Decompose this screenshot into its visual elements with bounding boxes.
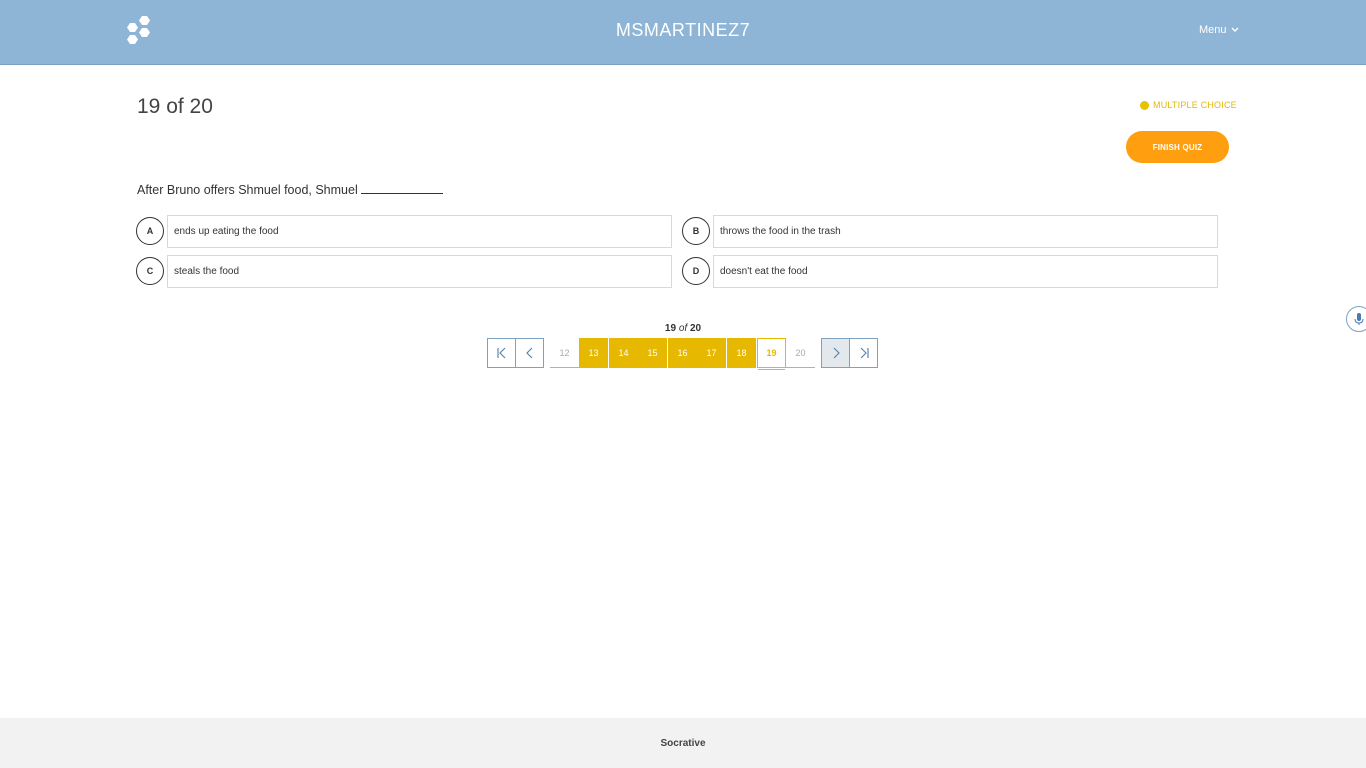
chevron-down-icon	[1231, 27, 1239, 32]
pager-of: of	[678, 323, 688, 334]
previous-page-button[interactable]	[515, 338, 544, 368]
page-20-button[interactable]: 20	[786, 338, 815, 368]
microphone-icon	[1354, 313, 1364, 325]
footer-brand: Socrative	[660, 737, 706, 749]
choice-letter[interactable]: C	[136, 257, 164, 285]
footer: Socrative	[0, 718, 1366, 768]
chevron-right-icon	[833, 347, 840, 359]
page-15-button[interactable]: 15	[638, 338, 667, 368]
question-text: After Bruno offers Shmuel food, Shmuel	[137, 183, 444, 197]
pager-position: 19 of 20	[0, 323, 1366, 334]
answer-blank	[361, 184, 444, 194]
question-prompt: After Bruno offers Shmuel food, Shmuel	[137, 183, 358, 197]
page-17-button[interactable]: 17	[697, 338, 726, 368]
pager-total: 20	[689, 323, 702, 334]
question-counter: 19 of 20	[137, 95, 213, 118]
choice-d[interactable]: D doesn't eat the food	[682, 254, 1218, 288]
choice-text[interactable]: throws the food in the trash	[713, 214, 1218, 248]
status-dot-icon	[1140, 100, 1149, 110]
page-19-button[interactable]: 19	[757, 338, 786, 370]
choice-b[interactable]: B throws the food in the trash	[682, 214, 1218, 248]
chevron-left-icon	[525, 347, 532, 359]
choice-a[interactable]: A ends up eating the food	[136, 214, 672, 248]
top-bar: MSMARTINEZ7 Menu	[0, 0, 1366, 65]
page-16-button[interactable]: 16	[668, 338, 697, 368]
next-page-button[interactable]	[821, 338, 850, 368]
room-name: MSMARTINEZ7	[615, 20, 751, 40]
choice-c[interactable]: C steals the food	[136, 254, 672, 288]
choice-text[interactable]: ends up eating the food	[167, 214, 672, 248]
microphone-button[interactable]	[1346, 306, 1366, 332]
menu-button[interactable]: Menu	[1199, 24, 1239, 36]
last-page-icon	[860, 347, 869, 359]
page-18-button[interactable]: 18	[727, 338, 756, 368]
choice-text[interactable]: steals the food	[167, 254, 672, 288]
first-page-icon	[496, 347, 505, 359]
last-page-button[interactable]	[849, 338, 878, 368]
question-type-label: MULTIPLE CHOICE	[1153, 100, 1237, 110]
page-13-button[interactable]: 13	[579, 338, 608, 368]
choice-text[interactable]: doesn't eat the food	[713, 254, 1218, 288]
first-page-button[interactable]	[487, 338, 516, 368]
choice-letter[interactable]: B	[682, 217, 710, 245]
choice-letter[interactable]: D	[682, 257, 710, 285]
menu-label: Menu	[1199, 24, 1227, 36]
page-12-button[interactable]: 12	[550, 338, 579, 368]
choice-letter[interactable]: A	[136, 217, 164, 245]
pager-current: 19	[664, 323, 677, 334]
question-type-badge: MULTIPLE CHOICE	[1140, 100, 1237, 110]
page-14-button[interactable]: 14	[609, 338, 638, 368]
finish-quiz-button[interactable]: FINISH QUIZ	[1126, 131, 1229, 163]
